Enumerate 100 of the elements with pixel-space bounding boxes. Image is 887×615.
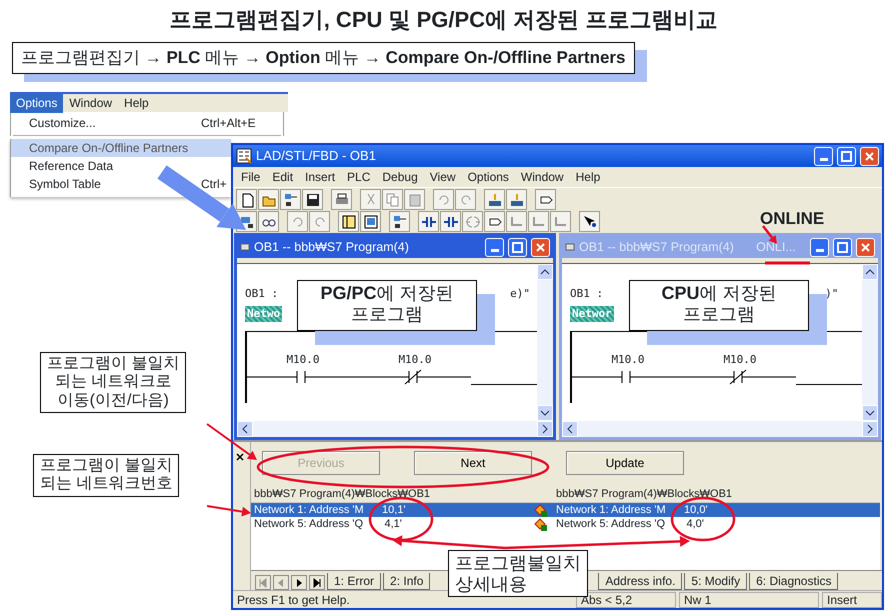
save-button[interactable] — [302, 189, 323, 210]
print-button[interactable] — [331, 189, 352, 210]
tag-button[interactable] — [484, 211, 505, 232]
menu-item[interactable]: Insert — [299, 168, 342, 186]
menu-item[interactable]: Window — [514, 168, 570, 186]
tag-button[interactable] — [535, 189, 556, 210]
compare-button[interactable]: Update — [566, 451, 684, 475]
maximize-icon — [835, 240, 850, 254]
closed-contact-icon — [359, 368, 471, 384]
difference-icon — [534, 518, 548, 530]
minimize-icon — [820, 158, 828, 160]
horizontal-scrollbar[interactable] — [562, 421, 878, 437]
next-tab-button[interactable] — [291, 575, 307, 590]
network-station-icon — [282, 192, 298, 208]
menu-item[interactable]: Options — [462, 168, 515, 186]
window-title: OB1 -- bbb₩S7 Program(4) — [254, 238, 409, 256]
skip-last-icon — [311, 576, 323, 588]
table-cell-text: Network 5: Address 'Q 4,1' — [253, 516, 403, 532]
menu-item[interactable]: Edit — [266, 168, 300, 186]
callout-text: 프로그램불일치 상세내용 — [448, 550, 588, 598]
block-header: OB1 : — [570, 286, 604, 302]
download-icon — [486, 192, 502, 208]
vertical-scrollbar[interactable] — [537, 264, 553, 421]
help-pointer-button[interactable] — [579, 211, 600, 232]
glasses-button[interactable] — [258, 211, 279, 232]
horizontal-scrollbar[interactable] — [237, 421, 553, 437]
new-file-button[interactable] — [236, 189, 257, 210]
menu-item[interactable]: Debug — [376, 168, 424, 186]
download-button[interactable] — [484, 189, 505, 210]
network-label: Networ — [570, 306, 614, 322]
minimize-icon — [816, 248, 824, 252]
menu-item[interactable]: Customize... Ctrl+Alt+E — [11, 114, 283, 132]
difference-row[interactable]: Network 1: Address 'M 10,1' Network 1: Address 'M 10,0' — [251, 503, 880, 517]
closed-contact-icon — [684, 368, 796, 384]
menu-item[interactable]: Help — [118, 93, 155, 113]
network-station-icon — [392, 214, 408, 230]
vertical-scrollbar[interactable] — [862, 264, 878, 421]
picture-window-button[interactable] — [360, 211, 381, 232]
menu-item[interactable]: File — [235, 168, 266, 186]
contact-address: M10.0 — [611, 352, 645, 368]
maximize-button[interactable] — [837, 146, 856, 166]
close-icon — [235, 452, 245, 462]
menu-item[interactable]: Reference Data — [11, 157, 231, 175]
online-label: ONLINE — [760, 208, 824, 230]
online-underline — [765, 262, 810, 264]
difference-icon — [534, 504, 548, 516]
window-title: OB1 -- bbb₩S7 Program(4) — [579, 238, 734, 256]
contact-address: M10.0 — [723, 352, 757, 368]
compare-button[interactable]: Next — [414, 451, 532, 475]
maximize-icon — [510, 240, 525, 254]
tab[interactable]: 1: Error — [327, 573, 382, 590]
first-tab-button[interactable] — [255, 575, 271, 590]
paste-icon — [406, 192, 422, 208]
menu-item[interactable]: PLC — [341, 168, 376, 186]
app-icon — [236, 148, 252, 164]
menu-item[interactable]: Symbol Table Ctrl+ — [11, 175, 231, 193]
last-tab-button[interactable] — [309, 575, 325, 590]
save-icon — [304, 192, 320, 208]
contact-button[interactable] — [440, 211, 461, 232]
download-button[interactable] — [506, 189, 527, 210]
window-icon — [340, 214, 356, 230]
tab[interactable]: 5: Modify — [684, 573, 748, 590]
maximize-button[interactable] — [833, 238, 852, 256]
menu-item[interactable]: Help — [570, 168, 606, 186]
menu-item[interactable]: Options — [10, 93, 64, 113]
annotation-arrow — [206, 423, 257, 460]
menu-item[interactable]: Compare On-/Offline Partners — [11, 139, 231, 157]
annotation-arrow — [762, 225, 777, 244]
online-status: ONLI... — [756, 238, 796, 256]
minimize-button[interactable] — [810, 238, 830, 256]
block-header: OB1 : — [245, 286, 278, 302]
status-text: Abs < 5,2 — [576, 592, 676, 608]
callout-text: 프로그램이 불일치 되는 네트워크번호 — [33, 454, 180, 497]
coil-icon — [464, 214, 480, 230]
tab[interactable]: Address info. — [598, 573, 682, 590]
network-station-button[interactable] — [280, 189, 301, 210]
menu-item[interactable]: Window — [63, 93, 118, 113]
block-header: )" — [825, 286, 838, 302]
difference-row[interactable]: Network 5: Address 'Q 4,1' Network 5: Address 'Q 4,0' — [251, 517, 880, 531]
window-button[interactable] — [338, 211, 359, 232]
picture-window-icon — [362, 214, 378, 230]
help-pointer-icon — [582, 214, 598, 230]
open-folder-button[interactable] — [258, 189, 279, 210]
minimize-button[interactable] — [485, 238, 504, 256]
network-station-button[interactable] — [389, 211, 410, 232]
window-title: LAD/STL/FBD - OB1 — [256, 147, 377, 166]
tab[interactable]: 2: Info — [383, 573, 430, 590]
maximize-button[interactable] — [508, 238, 527, 256]
block-header: e)" — [510, 286, 530, 302]
contact-address: M10.0 — [398, 352, 432, 368]
menu-item[interactable]: View — [424, 168, 462, 186]
download-icon — [508, 192, 524, 208]
annotation-arrow — [206, 505, 251, 516]
callout-text: 프로그램이 불일치 되는 네트워크로 이동(이전/다음) — [40, 352, 186, 414]
tab[interactable]: 6: Diagnostics — [749, 573, 838, 590]
contact-button[interactable] — [418, 211, 439, 232]
status-text: Nw 1 — [679, 592, 819, 608]
column-header: bbb₩S7 Program(4)₩Blocks₩OB1 — [253, 487, 432, 502]
minimize-button[interactable] — [814, 146, 833, 166]
minimize-icon — [490, 248, 498, 252]
